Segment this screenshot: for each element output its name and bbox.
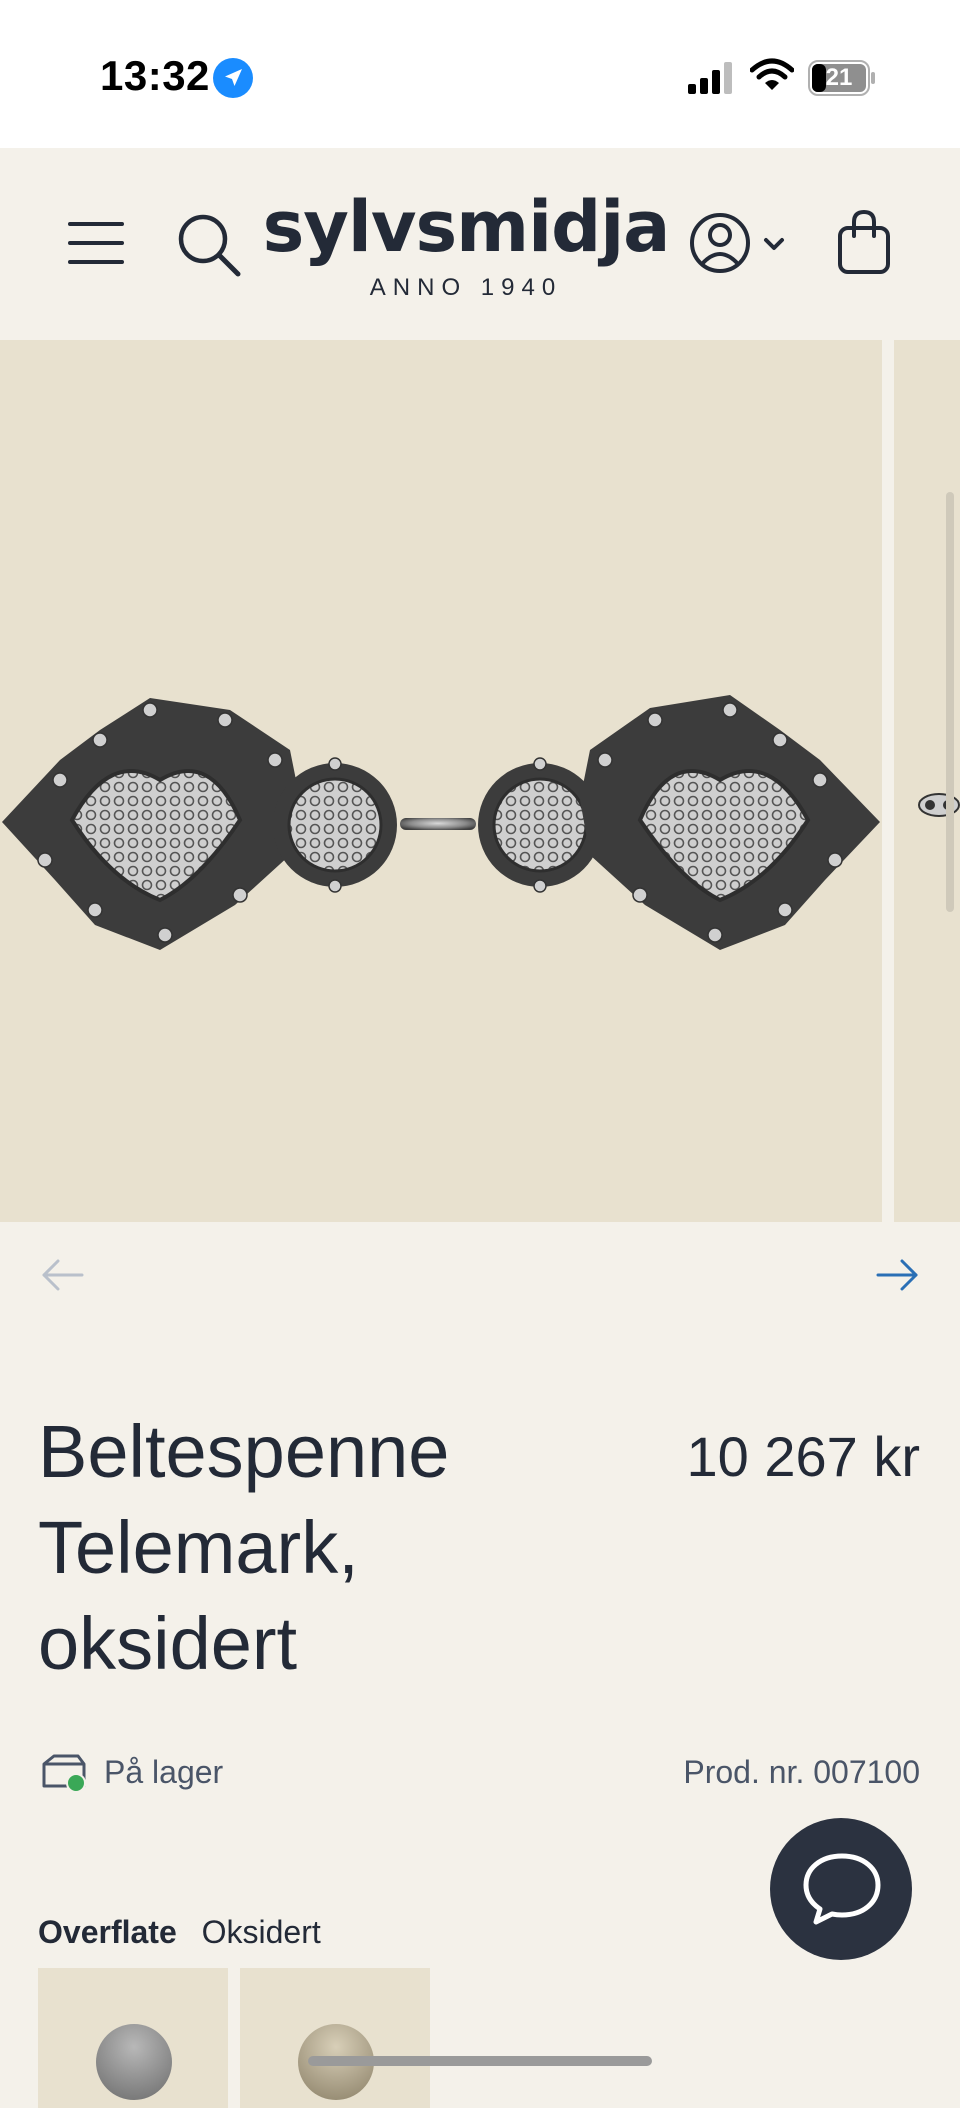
page-scrollbar[interactable]	[946, 492, 954, 912]
product-gallery[interactable]	[0, 340, 960, 1222]
brand-logo[interactable]: sylvsmidja	[0, 186, 932, 268]
chat-bubble-icon	[803, 1853, 881, 1925]
product-image	[2, 695, 880, 950]
option-value: Oksidert	[201, 1914, 321, 1950]
shopping-bag-icon[interactable]	[836, 208, 892, 276]
user-icon[interactable]	[688, 208, 792, 278]
product-title: Beltespenne Telemark, oksidert	[38, 1410, 450, 1685]
arrow-left-icon[interactable]	[40, 1257, 84, 1293]
swatch-oxidized-image	[96, 2024, 172, 2100]
product-image-slide[interactable]	[0, 340, 882, 1222]
product-price: 10 267 kr	[686, 1425, 921, 1488]
wifi-icon	[750, 58, 794, 90]
surface-option: Overflate Oksidert	[38, 1914, 321, 1951]
product-number: Prod. nr. 007100	[683, 1754, 920, 1790]
package-in-stock-icon	[42, 1754, 86, 1792]
swatch-oxidized[interactable]	[38, 1968, 228, 2108]
site-header: sylvsmidja ANNO 1940	[0, 148, 960, 340]
status-time: 13:32	[100, 52, 210, 99]
swatch-alternative[interactable]	[240, 1968, 430, 2108]
arrow-right-icon[interactable]	[876, 1257, 920, 1293]
brand-tagline: ANNO 1940	[369, 274, 563, 301]
stock-label: På lager	[104, 1754, 224, 1790]
chat-button[interactable]	[770, 1818, 912, 1960]
location-arrow-icon	[213, 58, 253, 98]
cellular-signal-icon	[688, 62, 732, 94]
status-bar: 13:32 21	[0, 0, 960, 148]
option-label: Overflate	[38, 1914, 177, 1950]
battery-level: 21	[825, 64, 853, 91]
home-indicator[interactable]	[308, 2056, 652, 2066]
